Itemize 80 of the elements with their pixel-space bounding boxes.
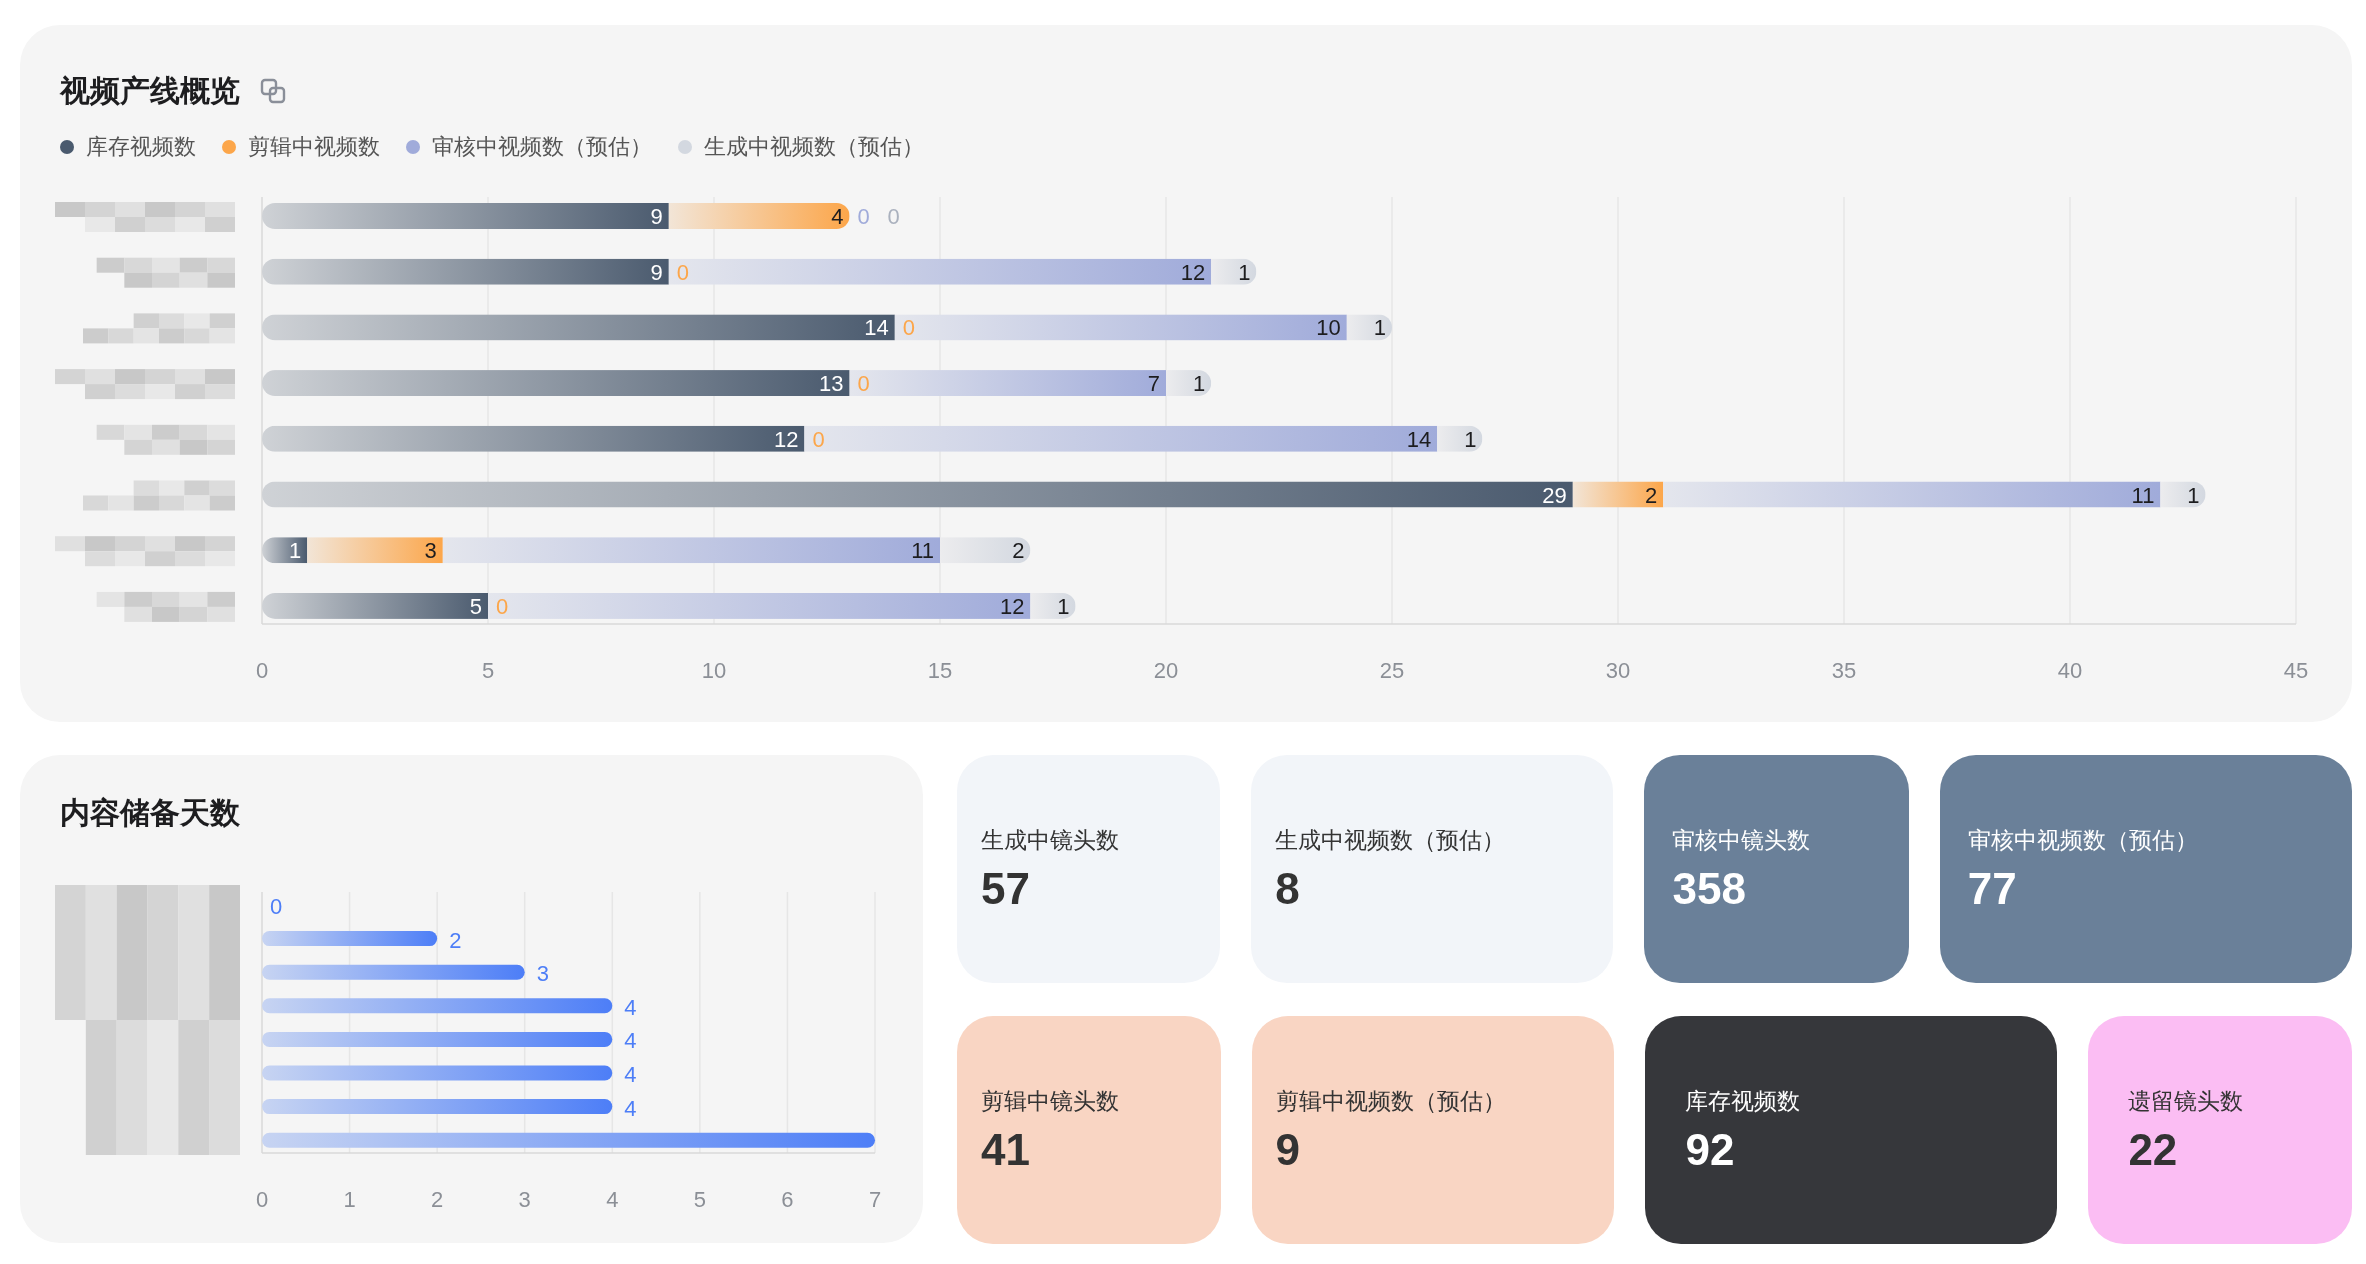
- stat-label: 生成中镜头数: [981, 826, 1120, 855]
- stat-label: 剪辑中镜头数: [981, 1087, 1120, 1116]
- stat-value: 9: [1275, 1125, 1302, 1175]
- legend-label[interactable]: 生成中视频数（预估）: [704, 132, 924, 162]
- stat-value: 22: [2128, 1125, 2179, 1175]
- bar-value-label: 29: [1542, 482, 1567, 508]
- bar-value-label: 1: [1464, 426, 1477, 452]
- bar-value-label: 2: [1644, 482, 1658, 508]
- axis-tick-label: 10: [701, 658, 727, 683]
- bar-value-label: 11: [911, 538, 934, 564]
- card-title: 内容储备天数: [60, 795, 241, 831]
- stat-label: 库存视频数: [1685, 1087, 1802, 1116]
- bar-value-label: 13: [819, 371, 844, 397]
- bar-value-label: 2: [449, 927, 462, 953]
- stat-label: 遗留镜头数: [2128, 1087, 2245, 1116]
- stat-label: 审核中视频数（预估）: [1967, 826, 2199, 855]
- bar-value-label: 0: [902, 315, 916, 341]
- stat-value: 57: [981, 864, 1031, 914]
- stat-label: 审核中镜头数: [1672, 826, 1812, 855]
- axis-tick-label: 0: [255, 1187, 269, 1212]
- bar-value-label: 3: [424, 538, 437, 564]
- bar-value-label: 1: [288, 538, 302, 564]
- axis-tick-label: 35: [1831, 658, 1857, 683]
- axis-tick-label: 5: [693, 1187, 706, 1212]
- bar-value-label: 2: [1012, 538, 1025, 564]
- bar-value-label: 0: [496, 593, 509, 619]
- bar-value-label: 10: [1316, 315, 1341, 341]
- bar-value-label: 4: [624, 1062, 637, 1087]
- bar-value-label: 9: [650, 259, 663, 285]
- bar-value-label: 14: [864, 315, 889, 341]
- axis-tick-label: 25: [1379, 658, 1405, 683]
- bar-value-label: 0: [887, 204, 900, 229]
- copy-icon[interactable]: [258, 76, 288, 106]
- axis-tick-label: 4: [606, 1187, 619, 1212]
- bar-value-label: 0: [857, 204, 870, 229]
- axis-tick-label: 7: [868, 1187, 882, 1212]
- stat-label: 生成中视频数（预估）: [1275, 826, 1507, 855]
- axis-tick-label: 6: [781, 1187, 794, 1212]
- bar-value-label: 4: [624, 1028, 637, 1054]
- stat-label: 剪辑中视频数（预估）: [1275, 1087, 1507, 1116]
- bar-value-label: 7: [1147, 371, 1160, 397]
- axis-tick-label: 30: [1605, 658, 1631, 683]
- bar-value-label: 14: [1406, 426, 1432, 452]
- stat-value: 8: [1275, 864, 1301, 914]
- axis-tick-label: 40: [2057, 658, 2083, 683]
- axis-tick-label: 5: [481, 658, 495, 683]
- axis-tick-label: 20: [1153, 658, 1179, 683]
- legend-label[interactable]: 库存视频数: [86, 132, 196, 162]
- axis-tick-label: 45: [2283, 658, 2309, 683]
- bar-value-label: 11: [2131, 482, 2155, 508]
- legend-label[interactable]: 剪辑中视频数: [248, 132, 380, 162]
- bar-value-label: 12: [773, 426, 799, 452]
- bar-value-label: 1: [1238, 259, 1251, 285]
- bar-value-label: 0: [812, 426, 825, 452]
- axis-tick-label: 1: [343, 1187, 356, 1212]
- axis-tick-label: 2: [431, 1187, 444, 1212]
- bar-value-label: 5: [469, 593, 482, 619]
- stat-value: 92: [1685, 1125, 1736, 1175]
- stat-value: 77: [1967, 864, 2018, 914]
- bar-value-label: 0: [676, 259, 690, 285]
- bar-value-label: 0: [270, 894, 283, 919]
- axis-tick-label: 3: [518, 1187, 531, 1212]
- bar-value-label: 3: [536, 961, 549, 987]
- axis-tick-label: 0: [255, 658, 269, 683]
- bar-value-label: 4: [624, 1095, 637, 1121]
- bar-value-label: 4: [624, 994, 637, 1020]
- stat-value: 358: [1672, 864, 1747, 914]
- bar-value-label: 4: [831, 204, 844, 229]
- axis-tick-label: 15: [927, 658, 953, 683]
- bar-value-label: 1: [2187, 482, 2200, 508]
- card-title: 视频产线概览: [60, 72, 240, 109]
- bar-value-label: 1: [1373, 315, 1386, 341]
- stat-value: 41: [981, 1125, 1031, 1175]
- bar-value-label: 12: [999, 593, 1025, 619]
- bar-value-label: 9: [650, 204, 663, 229]
- bar-value-label: 1: [1057, 593, 1070, 619]
- bar-value-label: 12: [1180, 259, 1206, 285]
- bar-value-label: 1: [1192, 371, 1206, 397]
- bar-value-label: 0: [857, 371, 870, 397]
- legend-label[interactable]: 审核中视频数（预估）: [432, 132, 652, 162]
